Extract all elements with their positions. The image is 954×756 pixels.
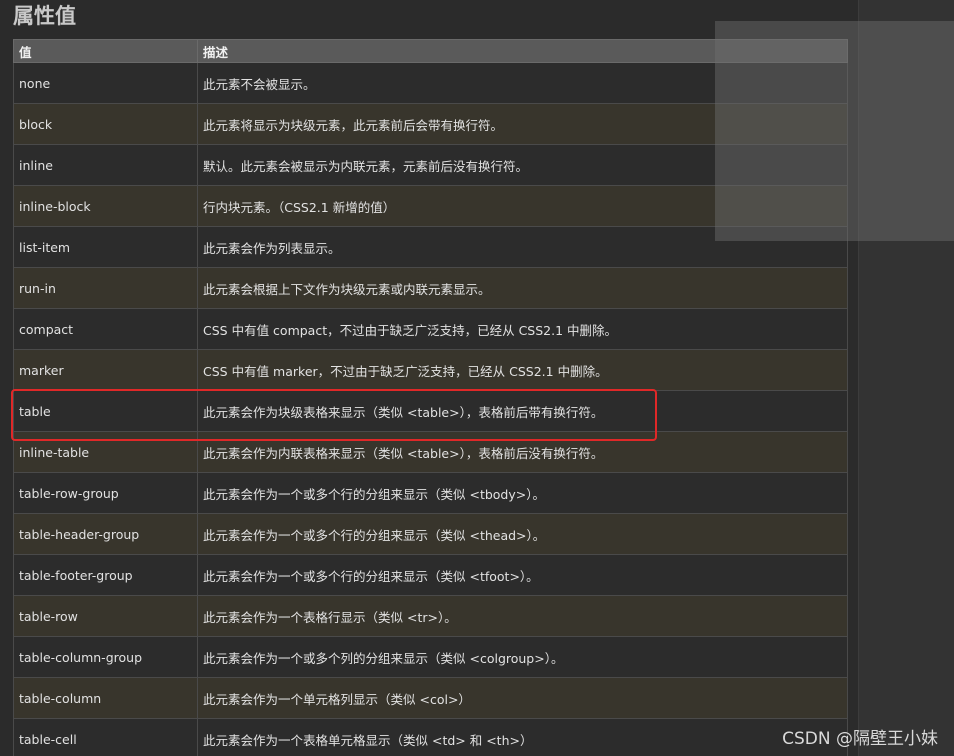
value-cell: table-row-group bbox=[13, 472, 198, 514]
page: 属性值 值 描述 none 此元素不会被显示。 block 此元素将显示为块级元… bbox=[0, 0, 954, 756]
value-cell: table-cell bbox=[13, 718, 198, 756]
table-row: run-in 此元素会根据上下文作为块级元素或内联元素显示。 bbox=[13, 267, 848, 309]
description-cell: 此元素会作为内联表格来显示（类似 <table>），表格前后没有换行符。 bbox=[197, 431, 848, 473]
table-row: inline-table 此元素会作为内联表格来显示（类似 <table>），表… bbox=[13, 431, 848, 473]
value-cell: none bbox=[13, 62, 198, 104]
description-cell: 此元素会作为一个或多个列的分组来显示（类似 <colgroup>）。 bbox=[197, 636, 848, 678]
watermark: CSDN @隔壁王小妹 bbox=[782, 729, 938, 749]
value-cell: table bbox=[13, 390, 198, 432]
value-cell: table-footer-group bbox=[13, 554, 198, 596]
description-cell: 此元素会作为一个或多个行的分组来显示（类似 <tfoot>）。 bbox=[197, 554, 848, 596]
description-cell: 此元素会作为一个或多个行的分组来显示（类似 <tbody>）。 bbox=[197, 472, 848, 514]
description-cell: 此元素会作为一个表格行显示（类似 <tr>）。 bbox=[197, 595, 848, 637]
description-cell: CSS 中有值 marker，不过由于缺乏广泛支持，已经从 CSS2.1 中删除… bbox=[197, 349, 848, 391]
value-cell: table-column bbox=[13, 677, 198, 719]
value-cell: table-row bbox=[13, 595, 198, 637]
table-row: table-cell 此元素会作为一个表格单元格显示（类似 <td> 和 <th… bbox=[13, 718, 848, 756]
table-row: marker CSS 中有值 marker，不过由于缺乏广泛支持，已经从 CSS… bbox=[13, 349, 848, 391]
description-cell: 此元素会作为一个或多个行的分组来显示（类似 <thead>）。 bbox=[197, 513, 848, 555]
description-cell: 此元素会作为一个单元格列显示（类似 <col>） bbox=[197, 677, 848, 719]
table-row: compact CSS 中有值 compact，不过由于缺乏广泛支持，已经从 C… bbox=[13, 308, 848, 350]
translucent-overlay bbox=[715, 21, 954, 241]
table-row-highlighted: table 此元素会作为块级表格来显示（类似 <table>），表格前后带有换行… bbox=[13, 390, 848, 432]
value-cell: table-header-group bbox=[13, 513, 198, 555]
description-cell: 此元素会作为一个表格单元格显示（类似 <td> 和 <th>） bbox=[197, 718, 848, 756]
value-cell: compact bbox=[13, 308, 198, 350]
value-cell: inline bbox=[13, 144, 198, 186]
value-cell: list-item bbox=[13, 226, 198, 268]
value-cell: block bbox=[13, 103, 198, 145]
value-cell: inline-table bbox=[13, 431, 198, 473]
value-cell: marker bbox=[13, 349, 198, 391]
table-row: table-footer-group 此元素会作为一个或多个行的分组来显示（类似… bbox=[13, 554, 848, 596]
table-row: table-column-group 此元素会作为一个或多个列的分组来显示（类似… bbox=[13, 636, 848, 678]
column-header-value: 值 bbox=[13, 39, 198, 63]
value-cell: run-in bbox=[13, 267, 198, 309]
table-row: table-row 此元素会作为一个表格行显示（类似 <tr>）。 bbox=[13, 595, 848, 637]
description-cell: CSS 中有值 compact，不过由于缺乏广泛支持，已经从 CSS2.1 中删… bbox=[197, 308, 848, 350]
value-cell: table-column-group bbox=[13, 636, 198, 678]
table-row: table-header-group 此元素会作为一个或多个行的分组来显示（类似… bbox=[13, 513, 848, 555]
table-row: table-column 此元素会作为一个单元格列显示（类似 <col>） bbox=[13, 677, 848, 719]
section-heading: 属性值 bbox=[13, 4, 76, 28]
value-cell: inline-block bbox=[13, 185, 198, 227]
description-cell: 此元素会根据上下文作为块级元素或内联元素显示。 bbox=[197, 267, 848, 309]
table-row: table-row-group 此元素会作为一个或多个行的分组来显示（类似 <t… bbox=[13, 472, 848, 514]
description-cell: 此元素会作为块级表格来显示（类似 <table>），表格前后带有换行符。 bbox=[197, 390, 848, 432]
